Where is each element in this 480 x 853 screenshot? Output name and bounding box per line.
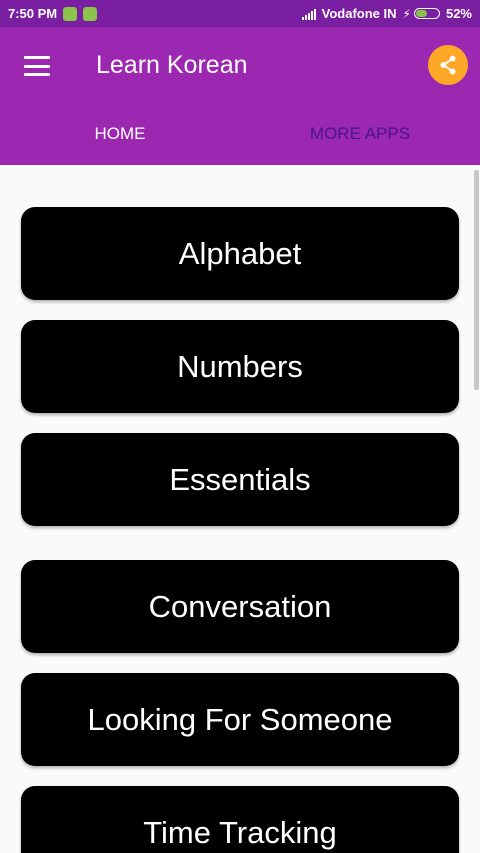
share-button[interactable]	[428, 45, 468, 85]
numbers-button[interactable]: Numbers	[21, 320, 459, 413]
charging-icon: ⚡	[402, 6, 411, 21]
signal-icon	[301, 8, 316, 20]
conversation-button[interactable]: Conversation	[21, 560, 459, 653]
tab-more-apps[interactable]: MORE APPS	[240, 121, 480, 147]
app-bar: Learn Korean HOME MORE APPS	[0, 27, 480, 165]
tab-home[interactable]: HOME	[0, 121, 240, 147]
app-title: Learn Korean	[96, 51, 248, 79]
share-icon	[440, 55, 456, 75]
status-bar: 7:50 PM Vodafone IN ⚡ 52%	[0, 0, 480, 27]
status-time: 7:50 PM	[8, 6, 58, 21]
battery-level-fill	[415, 10, 427, 17]
alphabet-button[interactable]: Alphabet	[21, 207, 459, 300]
carrier-name: Vodafone IN	[321, 6, 397, 21]
battery-icon	[413, 8, 440, 19]
sim-notification-icon	[63, 6, 78, 21]
battery-percent: 52%	[445, 6, 472, 21]
app-notification-icon	[83, 6, 98, 21]
menu-list: Alphabet Numbers Essentials Conversation…	[0, 165, 480, 853]
hamburger-menu-icon[interactable]	[24, 56, 50, 76]
scrollbar[interactable]	[474, 170, 479, 390]
time-tracking-button[interactable]: Time Tracking	[21, 786, 459, 853]
essentials-button[interactable]: Essentials	[21, 433, 459, 526]
looking-for-someone-button[interactable]: Looking For Someone	[21, 673, 459, 766]
